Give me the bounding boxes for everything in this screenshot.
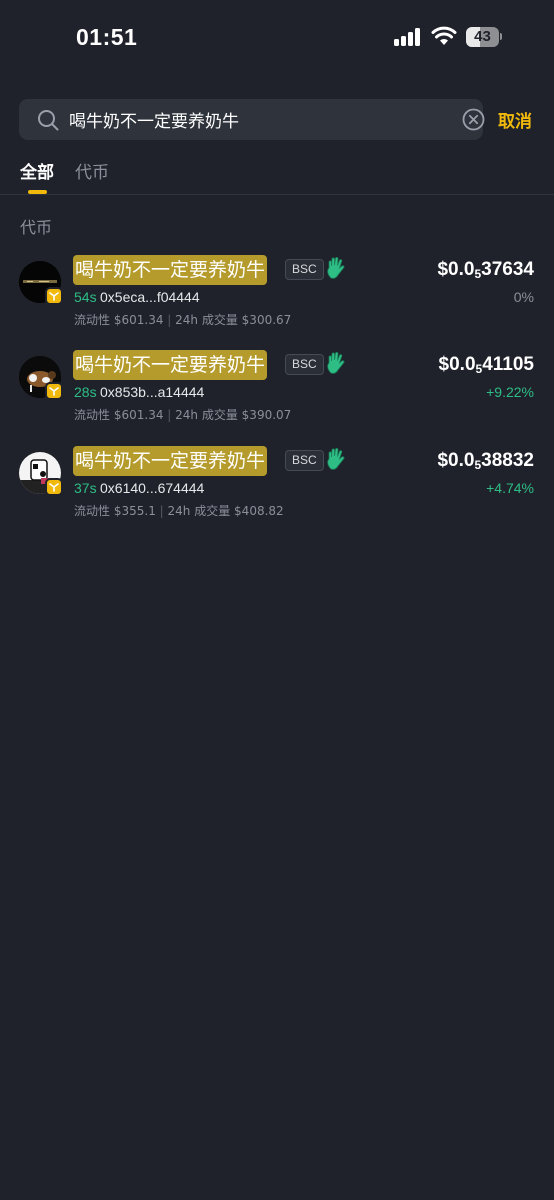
price-prefix: $0.0: [438, 354, 476, 375]
search-results-screen: 01:51 43 喝牛奶不一定要养奶牛 取消 全部 代币 代币 喝牛奶不一定要养…: [0, 0, 554, 1200]
chain-tag: BSC: [285, 259, 324, 280]
volume-label: 24h 成交量: [175, 408, 238, 422]
price-change: 0%: [513, 289, 534, 305]
search-icon: [38, 110, 59, 131]
token-stats: 流动性 $601.34 | 24h 成交量 $390.07: [74, 408, 292, 422]
volume-label: 24h 成交量: [167, 504, 231, 518]
price-digits: 41105: [482, 354, 534, 375]
section-title: 代币: [20, 218, 53, 237]
active-tab-indicator: [28, 190, 47, 194]
token-age: 28s: [74, 384, 97, 400]
token-address[interactable]: 0x6140...674444: [100, 480, 204, 496]
battery-level: 43: [474, 28, 491, 45]
token-price: $0.0537634: [437, 259, 534, 281]
token-name: 喝牛奶不一定要养奶牛: [73, 446, 268, 476]
cellular-signal-icon: [394, 28, 422, 46]
token-stats: 流动性 $355.1 | 24h 成交量 $408.82: [74, 504, 284, 518]
search-input[interactable]: [69, 99, 439, 140]
token-address[interactable]: 0x5eca...f04444: [100, 289, 200, 305]
result-tabs: 全部 代币: [0, 150, 554, 195]
liquidity-label: 流动性: [74, 313, 111, 327]
chain-badge-icon: [45, 287, 63, 305]
wifi-icon: [431, 26, 457, 45]
liquidity-value: $601.34: [113, 313, 164, 327]
price-digits: 38832: [481, 450, 534, 471]
chain-badge-icon: [45, 382, 63, 400]
search-bar[interactable]: [19, 99, 485, 140]
token-row[interactable]: 喝牛奶不一定要养奶牛 BSC 37s 0x6140...674444 流动性 $355.…: [0, 446, 554, 536]
hand-icon: [325, 447, 347, 471]
token-price: $0.0538832: [437, 450, 534, 472]
token-stats: 流动性 $601.34 | 24h 成交量 $300.67: [74, 313, 292, 327]
liquidity-value: $601.34: [113, 408, 164, 422]
liquidity-label: 流动性: [74, 504, 111, 518]
status-time: 01:51: [76, 24, 138, 50]
hand-icon: [325, 256, 347, 280]
volume-value: $390.07: [241, 408, 292, 422]
volume-value: $300.67: [241, 313, 292, 327]
token-price: $0.0541105: [439, 354, 534, 376]
tab-all[interactable]: 全部: [20, 158, 54, 183]
token-row[interactable]: 喝牛奶不一定要养奶牛 BSC 28s 0x853b...a14444 流动性 $601.…: [0, 350, 554, 440]
liquidity-label: 流动性: [74, 408, 111, 422]
cancel-button[interactable]: 取消: [498, 107, 532, 132]
token-name: 喝牛奶不一定要养奶牛: [73, 350, 268, 380]
clear-search-icon[interactable]: [462, 108, 485, 131]
chain-badge-icon: [45, 478, 63, 496]
token-age: 37s: [74, 480, 97, 496]
chain-tag: BSC: [285, 450, 324, 471]
status-bar: 01:51 43: [0, 0, 554, 80]
token-address[interactable]: 0x853b...a14444: [100, 384, 204, 400]
price-prefix: $0.0: [437, 259, 475, 280]
volume-value: $408.82: [234, 504, 284, 518]
token-avatar: [19, 356, 63, 400]
price-change: +4.74%: [486, 480, 534, 496]
tab-tokens[interactable]: 代币: [75, 158, 109, 183]
token-name: 喝牛奶不一定要养奶牛: [73, 255, 268, 285]
price-digits: 37634: [481, 259, 534, 280]
price-prefix: $0.0: [437, 450, 475, 471]
token-avatar: [19, 452, 63, 496]
token-row[interactable]: 喝牛奶不一定要养奶牛 BSC 54s 0x5eca...f04444 流动性 $601.…: [0, 255, 554, 345]
battery-icon: 43: [466, 27, 502, 47]
token-age: 54s: [74, 289, 97, 305]
token-avatar: [19, 261, 63, 305]
hand-icon: [325, 351, 347, 375]
volume-label: 24h 成交量: [175, 313, 238, 327]
price-change: +9.22%: [486, 384, 534, 400]
chain-tag: BSC: [285, 354, 324, 375]
liquidity-value: $355.1: [113, 504, 156, 518]
